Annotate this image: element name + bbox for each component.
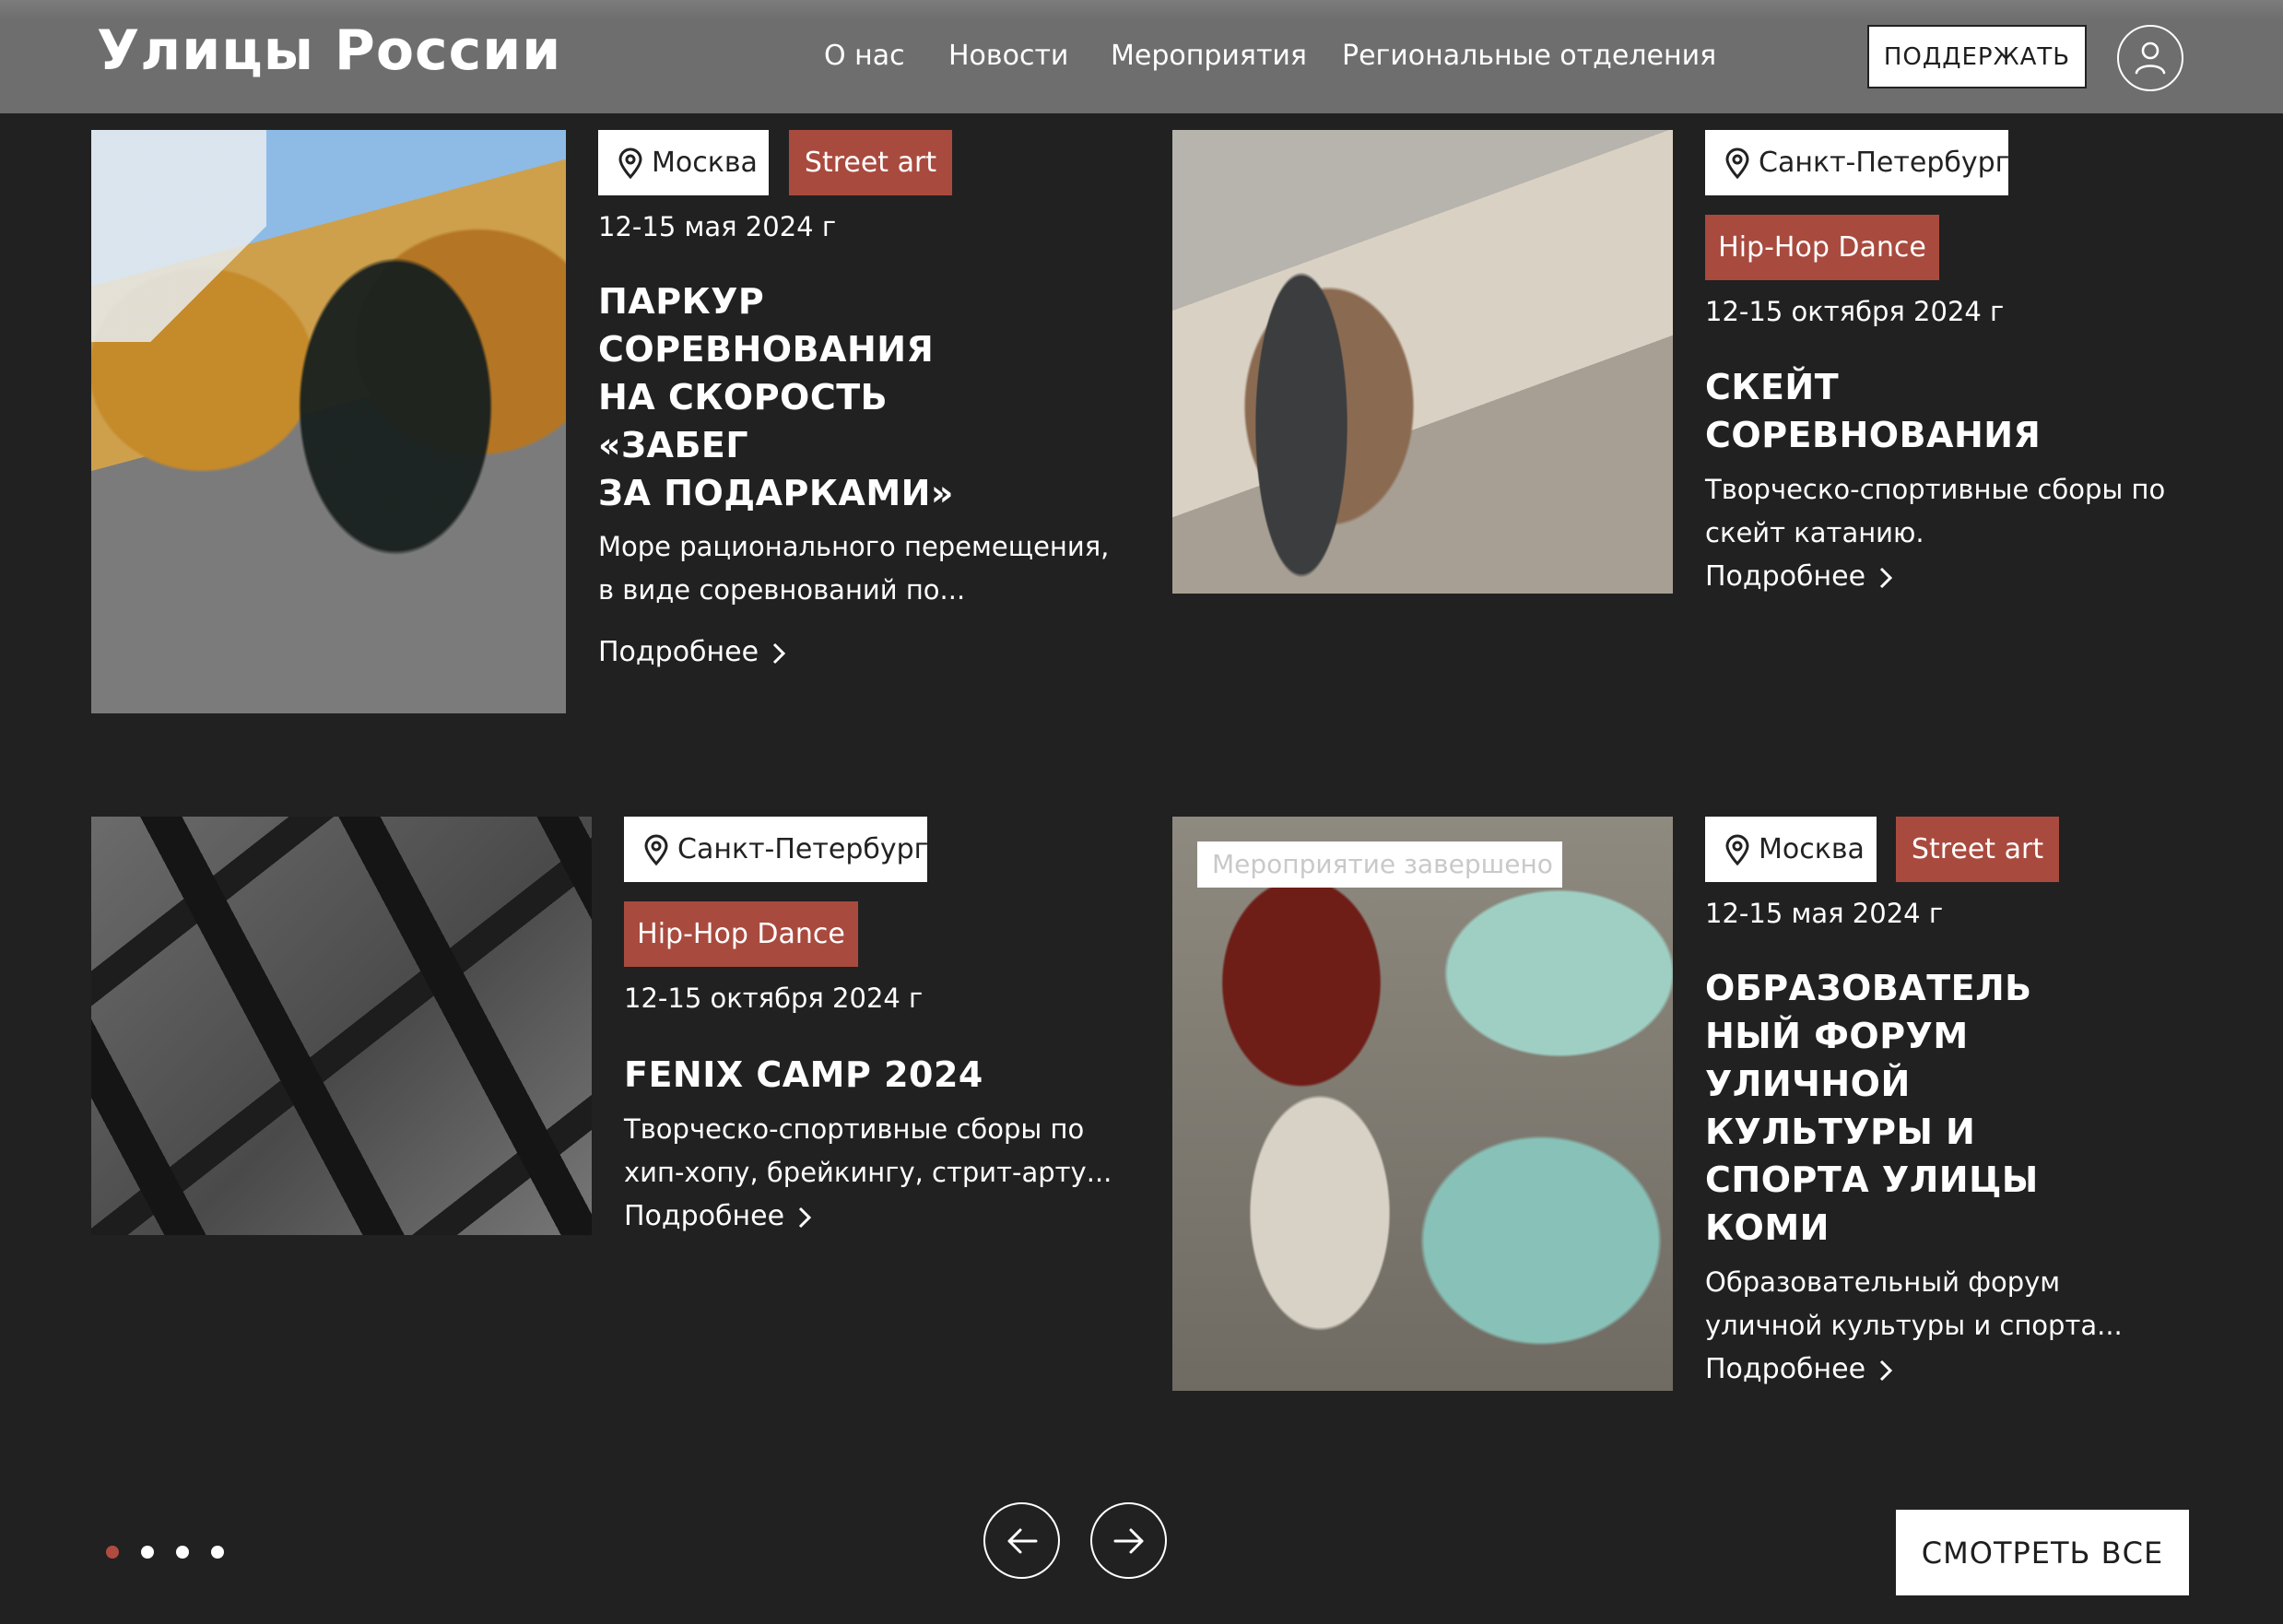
event-description: Образовательный форум уличной культуры и …: [1705, 1266, 2123, 1341]
next-button[interactable]: [1090, 1502, 1167, 1579]
event-date: 12-15 мая 2024 г: [1705, 898, 1944, 929]
nav-item-news[interactable]: Новости: [948, 35, 1068, 77]
nav-item-about[interactable]: О нас: [824, 35, 905, 77]
event-title[interactable]: FENIX CAMP 2024: [624, 1051, 983, 1099]
event-photo-fenix[interactable]: [91, 817, 592, 1235]
arrow-left-icon: [1007, 1528, 1037, 1553]
nav-item-events[interactable]: Мероприятия: [1111, 35, 1307, 77]
event-photo-forum[interactable]: [1172, 817, 1673, 1391]
pagination-dot-1[interactable]: [106, 1546, 119, 1559]
category-tag[interactable]: Hip-Hop Dance: [1705, 215, 1939, 280]
more-link[interactable]: Подробнее: [1705, 559, 1893, 595]
more-link[interactable]: Подробнее: [624, 1198, 812, 1235]
site-logo[interactable]: Улицы России: [97, 18, 561, 83]
event-photo-skate[interactable]: [1172, 130, 1673, 594]
pagination-dot-2[interactable]: [141, 1546, 154, 1559]
chevron-right-icon: [1880, 1359, 1893, 1381]
chevron-right-icon: [773, 642, 786, 664]
event-title[interactable]: ПАРКУР СОРЕВНОВАНИЯ НА СКОРОСТЬ «ЗАБЕГ ЗА ПО…: [598, 277, 954, 517]
location-pin-icon: [1725, 147, 1749, 180]
event-description: Творческо-спортивные сборы по скейт катан…: [1705, 474, 2166, 548]
user-account-button[interactable]: [2117, 25, 2183, 91]
event-title[interactable]: СКЕЙТ СОРЕВНОВАНИЯ: [1705, 363, 2041, 459]
pagination-dot-4[interactable]: [211, 1546, 224, 1559]
category-tag[interactable]: Hip-Hop Dance: [624, 901, 858, 967]
event-ended-badge: Мероприятие завершено: [1197, 841, 1562, 888]
event-description: Творческо-спортивные сборы по хип-хопу, б…: [624, 1113, 1112, 1188]
chevron-right-icon: [1880, 567, 1893, 588]
nav-item-regions[interactable]: Региональные отделения: [1342, 35, 1716, 77]
city-tag[interactable]: Москва: [598, 130, 769, 195]
prev-button[interactable]: [983, 1502, 1060, 1579]
city-tag[interactable]: Санкт-Петербург: [624, 817, 929, 882]
location-pin-icon: [644, 834, 668, 866]
city-label: Москва: [1759, 833, 1865, 865]
location-pin-icon: [618, 147, 642, 180]
category-tag[interactable]: Street art: [789, 130, 952, 195]
event-date: 12-15 мая 2024 г: [598, 211, 837, 242]
support-button[interactable]: ПОДДЕРЖАТЬ: [1867, 25, 2087, 88]
city-label: Санкт-Петербург: [677, 833, 929, 865]
category-tag[interactable]: Street art: [1896, 817, 2059, 882]
city-label: Москва: [652, 147, 758, 179]
more-link[interactable]: Подробнее: [1705, 1351, 1893, 1388]
site-header: Улицы России О нас Новости Мероприятия Р…: [0, 0, 2283, 113]
city-label: Санкт-Петербург: [1759, 147, 2010, 179]
pagination-dot-3[interactable]: [176, 1546, 189, 1559]
event-description: Море рационального перемещения, в виде со…: [598, 531, 1110, 606]
event-photo-parkour[interactable]: [91, 130, 566, 713]
user-icon: [2135, 41, 2166, 75]
chevron-right-icon: [799, 1206, 812, 1228]
city-tag[interactable]: Москва: [1705, 817, 1877, 882]
event-date: 12-15 октября 2024 г: [1705, 296, 2005, 327]
event-title[interactable]: ОБРАЗОВАТЕЛЬ НЫЙ ФОРУМ УЛИЧНОЙ КУЛЬТУРЫ И СП…: [1705, 964, 2039, 1252]
location-pin-icon: [1725, 834, 1749, 866]
arrow-right-icon: [1113, 1528, 1143, 1553]
view-all-button[interactable]: СМОТРЕТЬ ВСЕ: [1896, 1510, 2189, 1595]
header-blur: [0, 0, 2283, 20]
event-date: 12-15 октября 2024 г: [624, 983, 924, 1014]
more-link[interactable]: Подробнее: [598, 634, 786, 671]
city-tag[interactable]: Санкт-Петербург: [1705, 130, 2010, 195]
